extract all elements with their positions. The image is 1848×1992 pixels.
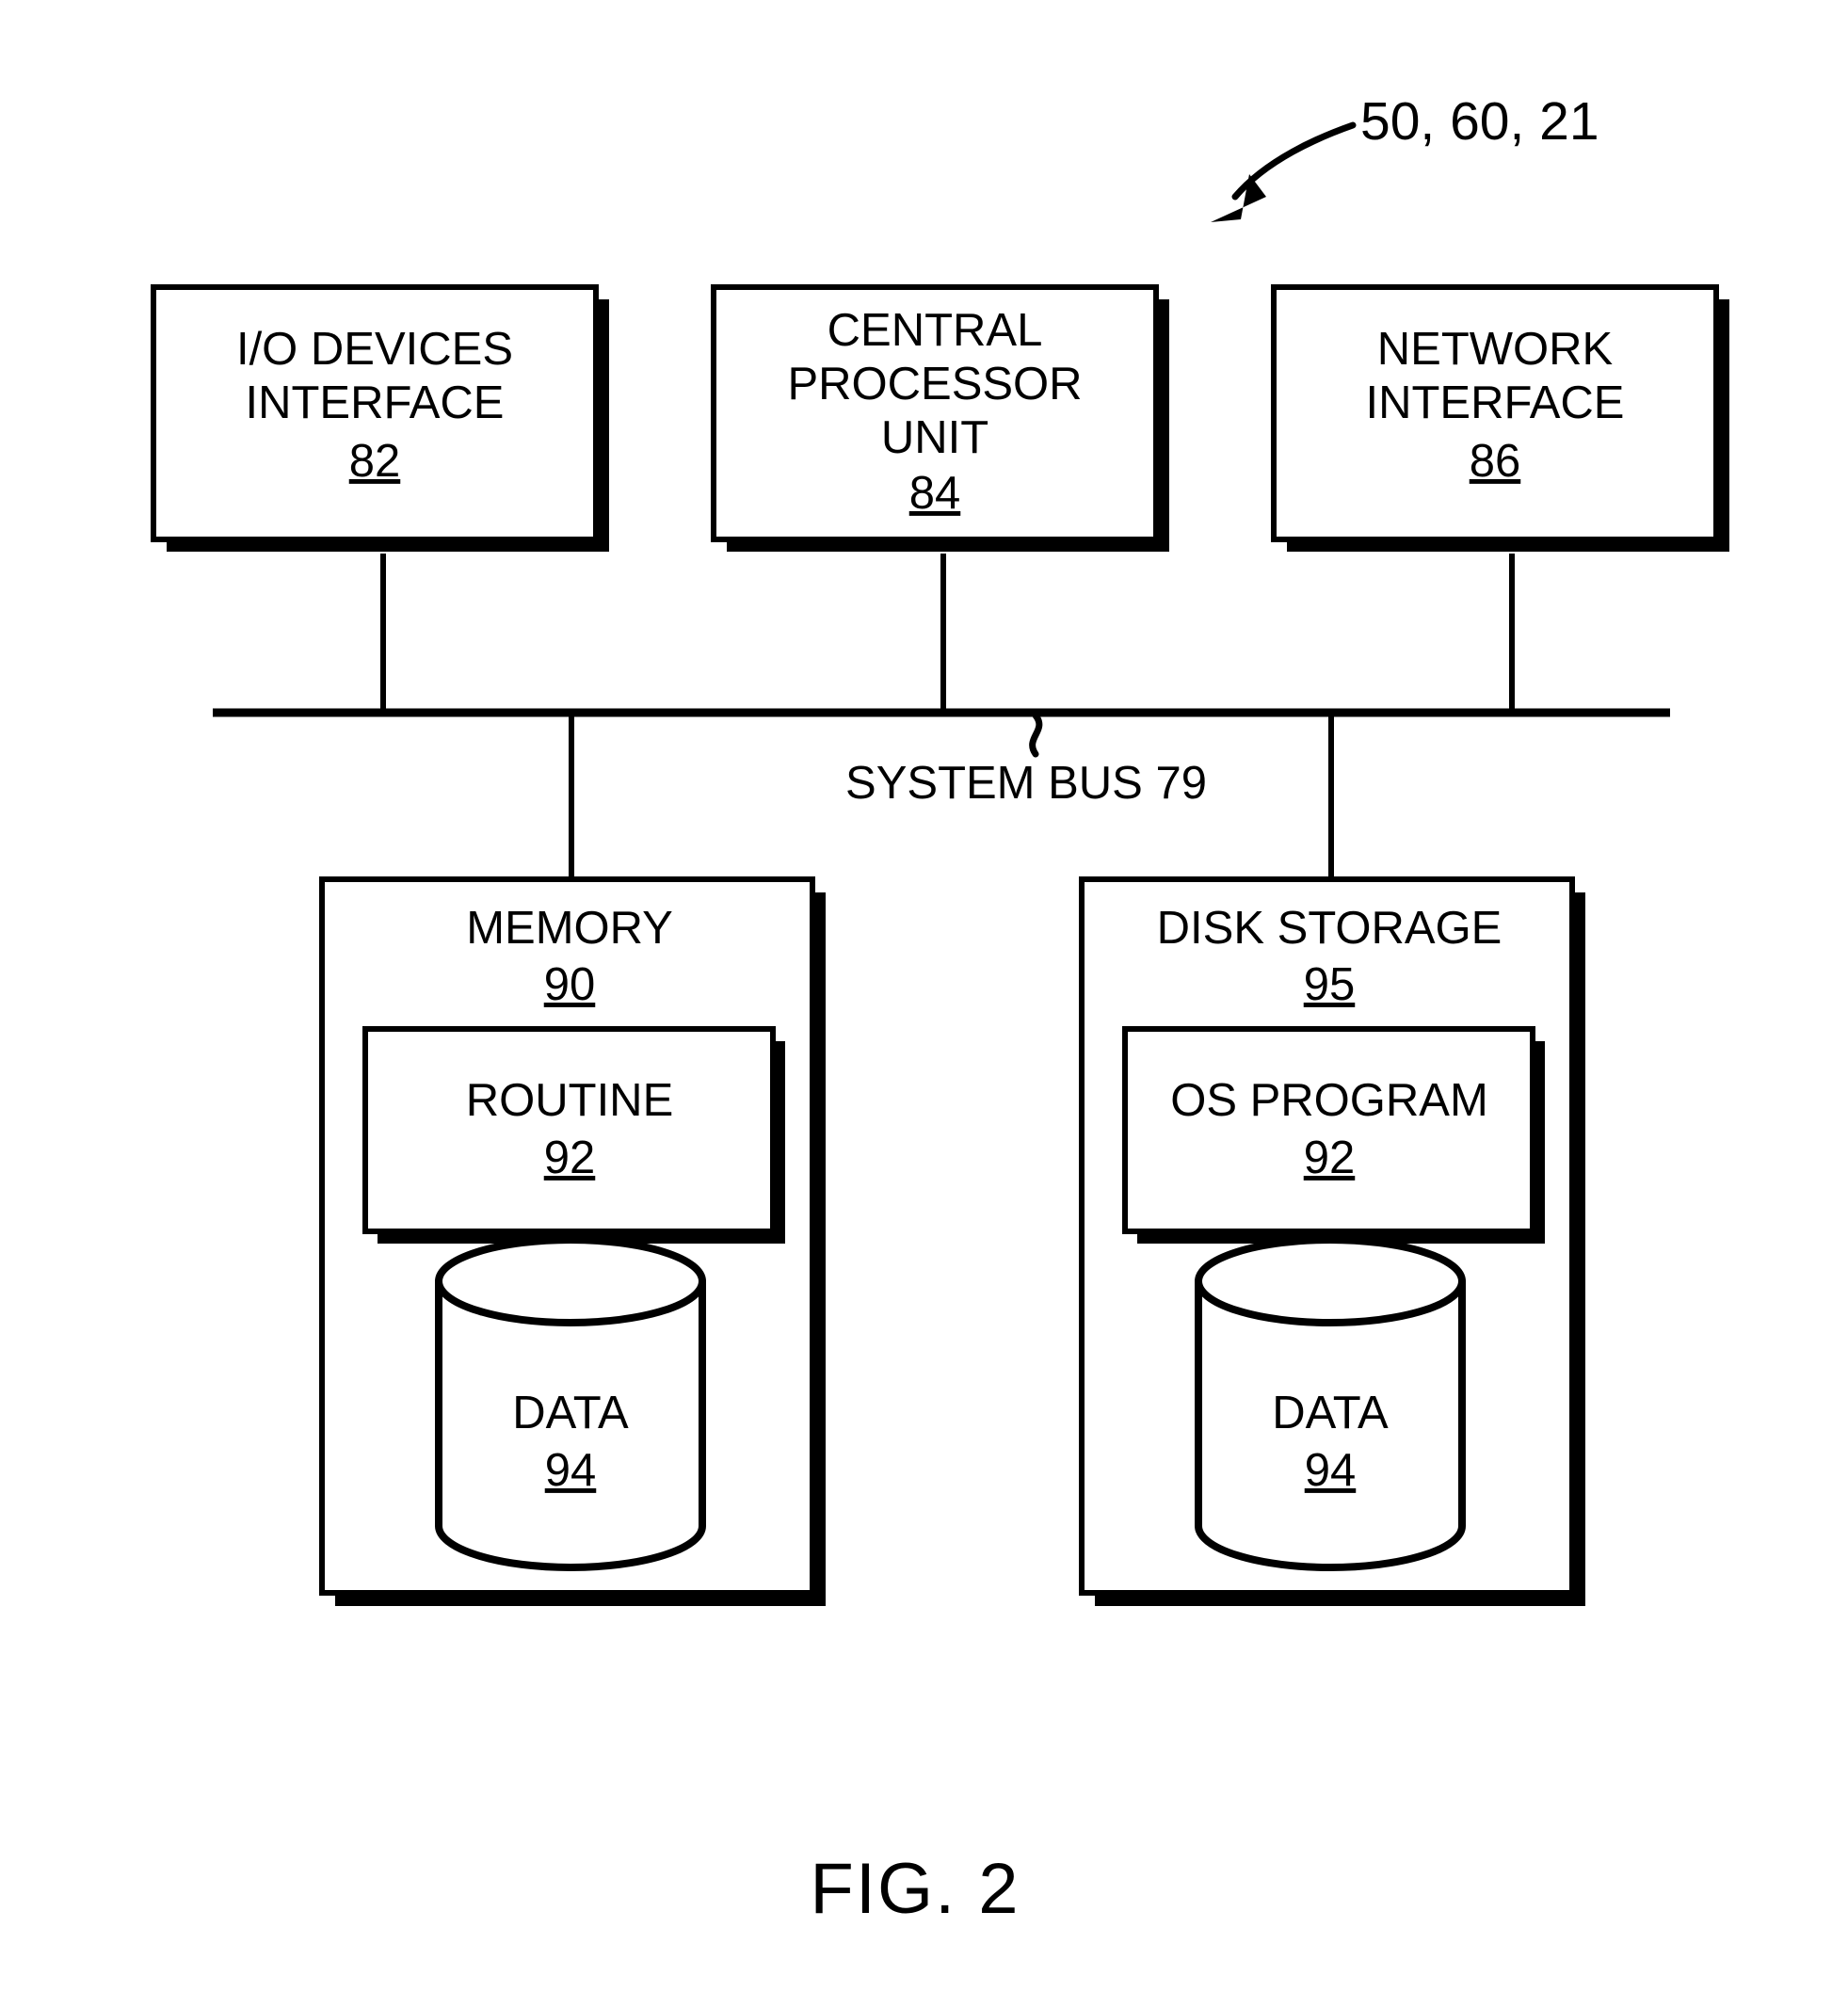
reference-leader [1211,121,1357,222]
system-bus-leader-squiggle [1029,712,1043,758]
block-io-devices-interface: I/O DEVICES INTERFACE 82 [151,284,609,552]
cpu-box-label-line1: CENTRAL [828,305,1043,356]
cpu-box-reference-number: 84 [909,468,961,519]
routine-reference-number: 92 [544,1133,596,1183]
reference-numeral-label: 50, 60, 21 [1360,91,1599,152]
routine-box-fill [365,1029,773,1231]
cpu-box-label-line3: UNIT [881,412,988,463]
figure-caption: FIG. 2 [810,1849,1020,1929]
os-program-reference-number: 92 [1304,1133,1356,1183]
io-box-label-line1: I/O DEVICES [236,324,513,375]
reference-arrow-head [1211,174,1266,222]
os-program-box-fill [1125,1029,1533,1231]
block-routine: ROUTINE 92 [362,1026,785,1244]
network-box-reference-number: 86 [1470,436,1521,487]
disk-data-cylinder-top [1195,1236,1466,1326]
memory-title: MEMORY [466,903,673,954]
cpu-box-label-line2: PROCESSOR [787,359,1082,410]
network-box-label-line2: INTERFACE [1366,378,1625,428]
system-bus-label: SYSTEM BUS 79 [845,758,1207,809]
memory-reference-number: 90 [544,959,596,1010]
block-diagram-canvas: 50, 60, 21 I/O DEVICES INTERFACE 82 CENT… [151,91,1729,1929]
disk-storage-reference-number: 95 [1304,959,1356,1010]
io-box-reference-number: 82 [349,436,401,487]
block-network-interface: NETWORK INTERFACE 86 [1271,284,1729,552]
memory-data-reference-number: 94 [545,1445,597,1496]
disk-data-title: DATA [1272,1388,1389,1438]
routine-title: ROUTINE [466,1075,674,1126]
cylinder-disk-data: DATA 94 [1195,1236,1466,1571]
memory-data-title: DATA [512,1388,629,1438]
cylinder-memory-data: DATA 94 [435,1236,706,1571]
block-memory: MEMORY 90 ROUTINE 92 DATA 94 [319,876,826,1606]
system-bus [213,708,1670,758]
memory-data-cylinder-top [435,1236,706,1326]
disk-data-reference-number: 94 [1305,1445,1357,1496]
block-central-processor-unit: CENTRAL PROCESSOR UNIT 84 [711,284,1169,552]
io-box-label-line2: INTERFACE [246,378,505,428]
block-disk-storage: DISK STORAGE 95 OS PROGRAM 92 DATA 94 [1079,876,1585,1606]
os-program-title: OS PROGRAM [1170,1075,1488,1126]
patent-figure: 50, 60, 21 I/O DEVICES INTERFACE 82 CENT… [0,0,1848,1992]
disk-storage-title: DISK STORAGE [1157,903,1503,954]
network-box-label-line1: NETWORK [1377,324,1614,375]
block-os-program: OS PROGRAM 92 [1122,1026,1545,1244]
